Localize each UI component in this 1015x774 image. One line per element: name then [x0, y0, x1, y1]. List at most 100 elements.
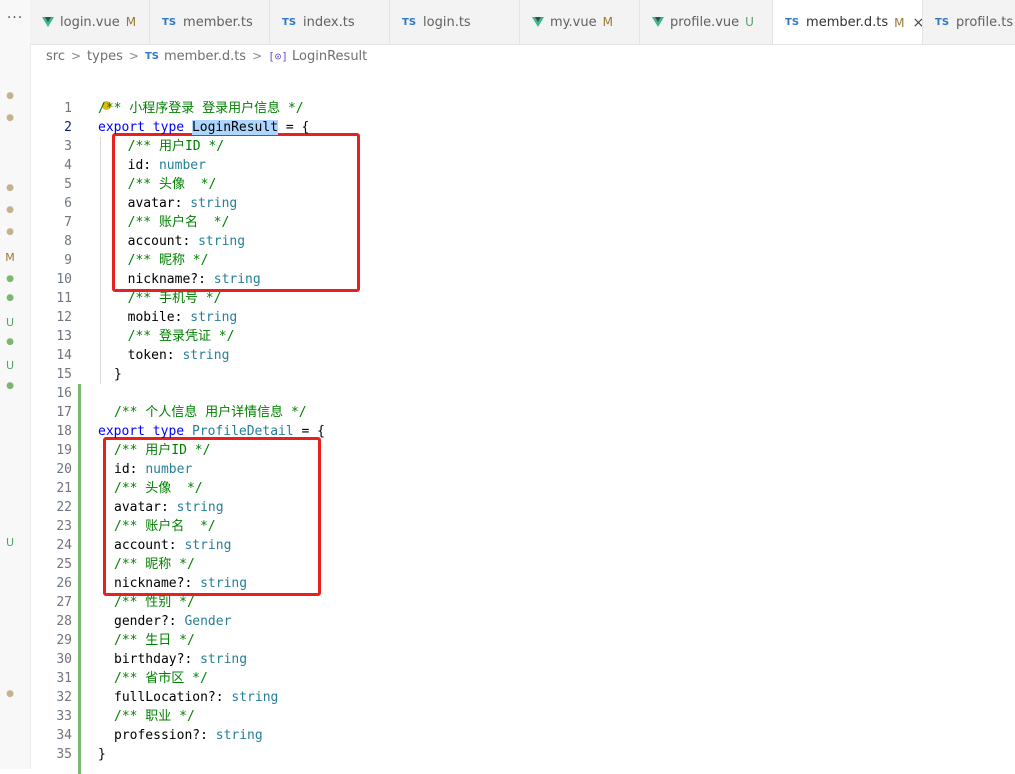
line-number: 6 [64, 196, 72, 211]
code-line[interactable]: nickname?: string [112, 270, 261, 289]
tab-label: member.ts [183, 14, 253, 30]
code-line[interactable]: } [98, 745, 106, 764]
code-line[interactable]: /** 手机号 */ [112, 289, 222, 308]
code-line[interactable]: /** 省市区 */ [114, 669, 208, 688]
git-status-badge: M [125, 15, 137, 29]
code-line[interactable]: /** 个人信息 用户详情信息 */ [114, 403, 307, 422]
tab-login-vue[interactable]: login.vue M [30, 0, 150, 44]
ts-icon: TS [144, 50, 159, 62]
code-line[interactable]: avatar: string [114, 498, 224, 517]
scm-change-dot: ● [6, 205, 14, 215]
line-number: 18 [56, 424, 72, 439]
code-line[interactable]: nickname?: string [114, 574, 247, 593]
code-line[interactable]: export type ProfileDetail = { [98, 422, 325, 441]
code-line[interactable]: /** 登录凭证 */ [112, 327, 235, 346]
tab-my-vue[interactable]: my.vue M [520, 0, 640, 44]
scm-change-dot: ● [6, 381, 14, 391]
scm-change-dot: ● [6, 274, 14, 284]
breadcrumb-item[interactable]: LoginResult [292, 49, 367, 64]
code-line[interactable]: /** 性别 */ [114, 593, 195, 612]
tab-profile-ts[interactable]: TSprofile.tsU [923, 0, 1015, 44]
code-line[interactable]: token: string [112, 346, 230, 365]
more-actions-icon[interactable]: ··· [0, 10, 30, 26]
breadcrumb-item[interactable]: types [87, 49, 123, 64]
line-number: 26 [56, 576, 72, 591]
line-number: 11 [56, 291, 72, 306]
code-line[interactable]: gender?: Gender [114, 612, 231, 631]
code-token: string [176, 500, 224, 515]
breadcrumb: src > types > TS member.d.ts > [⊙] LoginResult [46, 47, 367, 65]
line-number: 10 [56, 272, 72, 287]
line-number: 14 [56, 348, 72, 363]
scm-change-dot: ● [6, 183, 14, 193]
ts-icon: TS [402, 16, 417, 28]
ts-icon: TS [162, 16, 177, 28]
code-line[interactable]: birthday?: string [114, 650, 247, 669]
tab-login-ts[interactable]: TS login.ts [390, 0, 520, 44]
code-line[interactable]: /** 头像 */ [112, 175, 217, 194]
code-line[interactable]: /** 账户名 */ [112, 213, 230, 232]
code-token: string [213, 272, 261, 287]
line-number: 30 [56, 652, 72, 667]
code-token: string [200, 652, 248, 667]
code-line[interactable]: } [114, 365, 122, 384]
code-line[interactable]: /** 昵称 */ [112, 251, 209, 270]
code-line[interactable]: account: string [114, 536, 231, 555]
code-line[interactable]: account: string [112, 232, 245, 251]
tab-label: profile.ts [956, 14, 1014, 30]
code-line[interactable]: id: number [112, 156, 206, 175]
scm-status-letter: M [5, 251, 15, 264]
git-status-badge: M [894, 15, 905, 30]
code-line[interactable]: export type LoginResult = { [98, 118, 309, 137]
ts-icon: TS [785, 17, 800, 28]
code-token: /** 头像 */ [127, 177, 217, 192]
breadcrumb-item[interactable]: src [46, 49, 65, 64]
code-token: type [152, 120, 185, 135]
tab-member-d-ts[interactable]: TS member.d.ts M × [773, 0, 924, 44]
code-line[interactable]: profession?: string [114, 726, 263, 745]
code-line[interactable]: avatar: string [112, 194, 238, 213]
code-line[interactable]: mobile: string [112, 308, 238, 327]
line-number: 16 [56, 386, 72, 401]
code-line[interactable]: /** 用户ID */ [114, 441, 210, 460]
code-line[interactable]: /** 生日 */ [114, 631, 195, 650]
code-line[interactable]: /** 用户ID */ [112, 137, 224, 156]
tab-member-ts[interactable]: TS member.ts [150, 0, 270, 44]
line-number: 27 [56, 595, 72, 610]
code-line[interactable]: /** 头像 */ [114, 479, 203, 498]
tab-index-ts[interactable]: TS index.ts [270, 0, 390, 44]
vue-icon [42, 17, 54, 27]
code-token: = { [278, 120, 310, 135]
code-line[interactable]: /** 昵称 */ [114, 555, 195, 574]
code-line[interactable]: /** 职业 */ [114, 707, 195, 726]
scm-status-letter: U [5, 316, 15, 329]
code-token: LoginResult [191, 120, 279, 135]
scm-change-dot: ● [6, 293, 14, 303]
tab-profile-vue[interactable]: profile.vue U [640, 0, 773, 44]
code-token: string [184, 538, 232, 553]
code-editor[interactable]: 1 /** 小程序登录 登录用户信息 */ 2 export type LoginRe… [30, 70, 1015, 774]
scm-change-dot: ● [6, 91, 14, 101]
breadcrumb-item[interactable]: member.d.ts [164, 49, 246, 64]
code-token: export [98, 424, 145, 439]
code-line[interactable]: id: number [114, 460, 192, 479]
tab-label: index.ts [303, 14, 355, 30]
line-number: 35 [56, 747, 72, 762]
code-line[interactable]: /** 小程序登录 登录用户信息 */ [98, 99, 304, 118]
code-line[interactable]: fullLocation?: string [114, 688, 278, 707]
code-token: /** 账户名 */ [114, 519, 216, 534]
line-number: 1 [64, 101, 72, 116]
code-token: /** 手机号 */ [127, 291, 222, 306]
code-line[interactable]: /** 账户名 */ [114, 517, 216, 536]
tab-label: member.d.ts [806, 15, 889, 30]
code-token: /** 用户ID */ [127, 139, 225, 154]
line-number: 32 [56, 690, 72, 705]
code-token: /** 省市区 */ [114, 671, 208, 686]
line-number: 31 [56, 671, 72, 686]
line-number: 28 [56, 614, 72, 629]
line-number: 8 [64, 234, 72, 249]
code-token: /** 性别 */ [114, 595, 195, 610]
